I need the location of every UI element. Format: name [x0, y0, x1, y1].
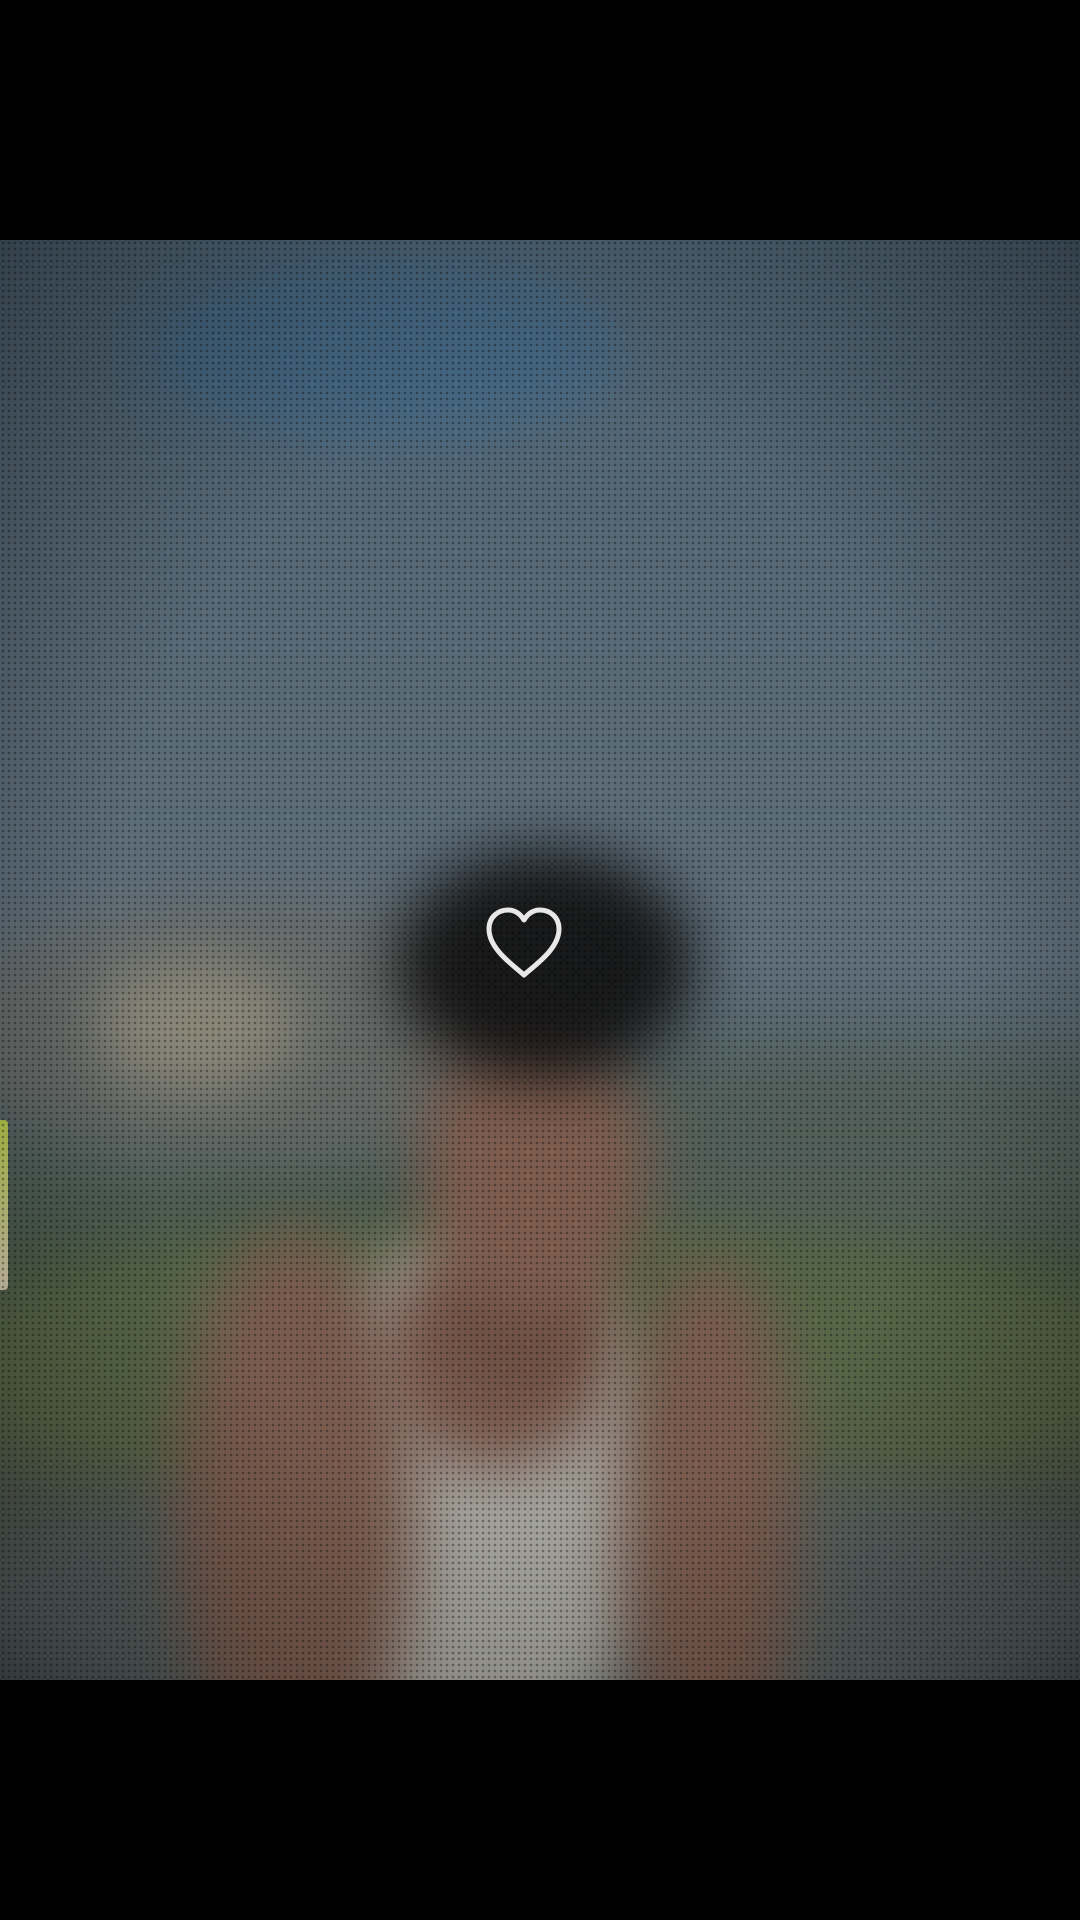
video-viewer-screen — [0, 0, 1080, 1920]
photo-edge-object — [0, 1120, 8, 1290]
photo-sky-region — [140, 260, 620, 440]
like-button[interactable] — [483, 905, 565, 981]
heart-outline-icon — [486, 907, 562, 978]
photo-hill-highlight — [100, 960, 300, 1090]
